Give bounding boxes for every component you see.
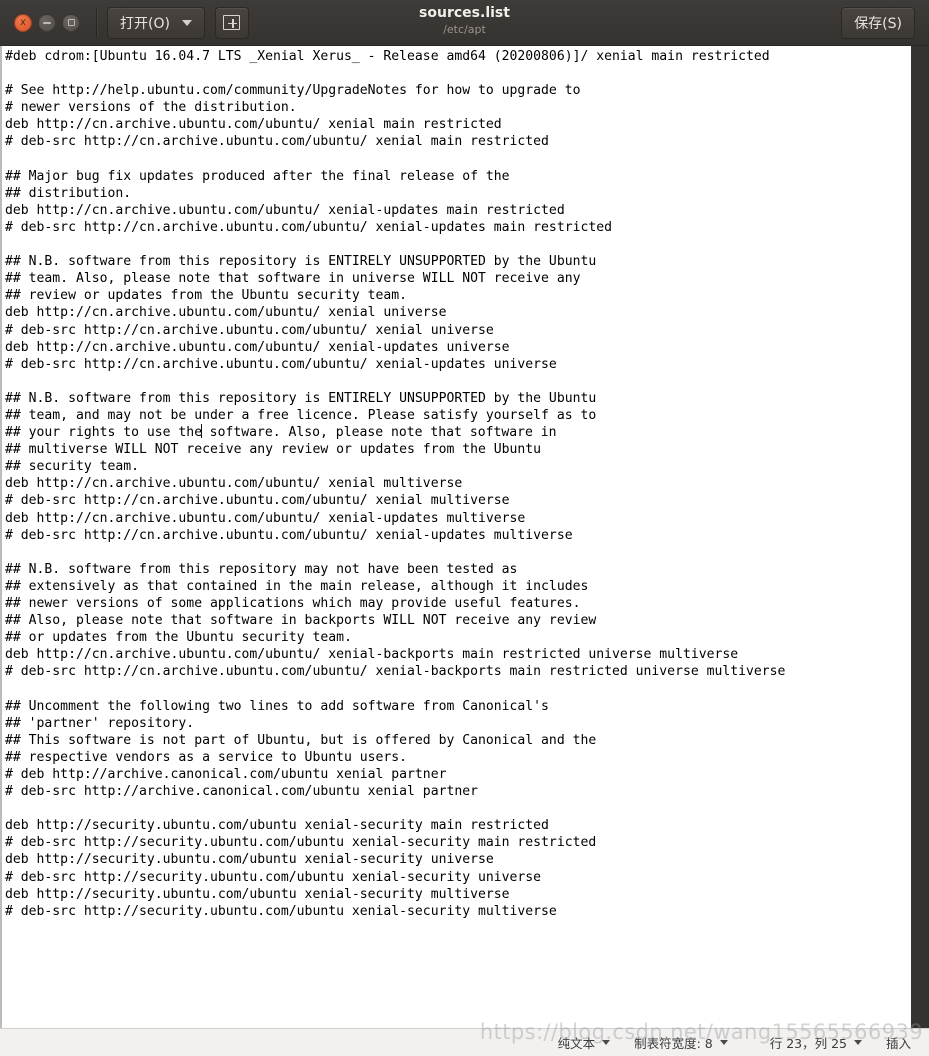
source-line: # deb-src http://cn.archive.ubuntu.com/u… xyxy=(5,493,510,509)
source-line: ## N.B. software from this repository is… xyxy=(5,254,597,270)
statusbar: 纯文本 制表符宽度: 8 行 23，列 25 插入 https://blog.c… xyxy=(0,1020,929,1056)
source-line: deb http://cn.archive.ubuntu.com/ubuntu/… xyxy=(5,339,510,355)
source-line: ## N.B. software from this repository is… xyxy=(5,390,597,406)
file-type-selector[interactable]: 纯文本 xyxy=(546,1031,623,1055)
source-line: ## multiverse WILL NOT receive any revie… xyxy=(5,442,542,458)
source-line: ## N.B. software from this repository ma… xyxy=(5,561,518,577)
text-editor[interactable]: #deb cdrom:[Ubuntu 16.04.7 LTS _Xenial X… xyxy=(0,46,911,1028)
page-subtitle-path: /etc/apt xyxy=(443,23,486,36)
source-line: # deb-src http://cn.archive.ubuntu.com/u… xyxy=(5,664,786,680)
source-line: deb http://cn.archive.ubuntu.com/ubuntu/… xyxy=(5,476,463,492)
source-line: ## Uncomment the following two lines to … xyxy=(5,698,549,714)
source-line: ## This software is not part of Ubuntu, … xyxy=(5,732,597,748)
source-line: # newer versions of the distribution. xyxy=(5,100,297,116)
source-line: ## security team. xyxy=(5,459,140,475)
minimize-icon[interactable] xyxy=(38,13,56,32)
source-line: deb http://cn.archive.ubuntu.com/ubuntu/… xyxy=(5,305,447,321)
titlebar: x 打开(O) sources.list /etc/apt 保存(S) xyxy=(0,0,929,46)
source-line xyxy=(5,373,911,390)
source-line xyxy=(5,236,911,253)
source-line: ## distribution. xyxy=(5,185,132,201)
source-line: deb http://security.ubuntu.com/ubuntu xe… xyxy=(5,852,494,868)
save-button[interactable]: 保存(S) xyxy=(841,6,915,39)
source-line: # See http://help.ubuntu.com/community/U… xyxy=(5,83,581,99)
gedit-window: x 打开(O) sources.list /etc/apt 保存(S) #deb… xyxy=(0,0,929,1056)
source-line: # deb-src http://cn.archive.ubuntu.com/u… xyxy=(5,134,549,150)
text-cursor xyxy=(201,424,203,439)
source-text[interactable]: #deb cdrom:[Ubuntu 16.04.7 LTS _Xenial X… xyxy=(5,48,911,920)
source-line: ## Major bug fix updates produced after … xyxy=(5,168,510,184)
source-line: # deb-src http://archive.canonical.com/u… xyxy=(5,784,478,800)
chevron-down-icon xyxy=(719,1040,728,1045)
source-line: ## team. Also, please note that software… xyxy=(5,271,581,287)
source-line xyxy=(5,680,911,697)
source-line: # deb-src http://security.ubuntu.com/ubu… xyxy=(5,869,542,885)
page-title: sources.list xyxy=(419,5,510,21)
source-line xyxy=(5,151,911,168)
source-line: ## review or updates from the Ubuntu sec… xyxy=(5,288,408,304)
window-right-edge xyxy=(911,46,929,1028)
tab-width-selector[interactable]: 制表符宽度: 8 xyxy=(622,1031,740,1055)
source-line: # deb-src http://cn.archive.ubuntu.com/u… xyxy=(5,527,573,543)
source-line: deb http://cn.archive.ubuntu.com/ubuntu/… xyxy=(5,117,502,133)
source-line: deb http://cn.archive.ubuntu.com/ubuntu/… xyxy=(5,202,565,218)
source-line: ## team, and may not be under a free lic… xyxy=(5,407,597,423)
source-line: ## newer versions of some applications w… xyxy=(5,596,581,611)
close-icon[interactable]: x xyxy=(14,13,32,32)
source-line: ## 'partner' repository. xyxy=(5,715,195,731)
source-line: ## or updates from the Ubuntu security t… xyxy=(5,630,352,646)
source-line: deb http://cn.archive.ubuntu.com/ubuntu/… xyxy=(5,510,526,526)
source-line: deb http://security.ubuntu.com/ubuntu xe… xyxy=(5,886,510,902)
source-line xyxy=(5,65,911,82)
source-line: # deb-src http://cn.archive.ubuntu.com/u… xyxy=(5,322,494,338)
source-line: deb http://security.ubuntu.com/ubuntu xe… xyxy=(5,818,549,834)
new-document-icon xyxy=(223,15,241,30)
tab-width-label: 制表符宽度: 8 xyxy=(634,1036,713,1051)
chevron-down-icon xyxy=(181,19,192,26)
source-line: ## extensively as that contained in the … xyxy=(5,578,589,594)
source-line: # deb-src http://security.ubuntu.com/ubu… xyxy=(5,903,557,919)
source-line: # deb-src http://cn.archive.ubuntu.com/u… xyxy=(5,219,612,235)
open-button[interactable]: 打开(O) xyxy=(107,6,205,39)
open-button-label: 打开(O) xyxy=(120,15,170,32)
toolbar-divider xyxy=(96,7,97,38)
editor-area: #deb cdrom:[Ubuntu 16.04.7 LTS _Xenial X… xyxy=(0,46,929,1028)
source-line: # deb-src http://security.ubuntu.com/ubu… xyxy=(5,835,597,851)
window-controls: x xyxy=(14,13,80,32)
insert-mode-indicator[interactable]: 插入 xyxy=(874,1031,923,1055)
source-line: # deb http://archive.canonical.com/ubunt… xyxy=(5,766,447,782)
source-line: deb http://cn.archive.ubuntu.com/ubuntu/… xyxy=(5,647,739,663)
source-line xyxy=(5,544,911,561)
new-document-button[interactable] xyxy=(214,6,249,39)
maximize-icon[interactable] xyxy=(62,13,80,32)
chevron-down-icon xyxy=(602,1040,611,1045)
cursor-position-label: 行 23，列 25 xyxy=(769,1036,847,1051)
source-line: ## Also, please note that software in ba… xyxy=(5,613,597,629)
source-line xyxy=(5,800,911,817)
save-button-label: 保存(S) xyxy=(854,15,902,32)
cursor-position-selector[interactable]: 行 23，列 25 xyxy=(758,1031,874,1055)
file-type-label: 纯文本 xyxy=(557,1036,596,1051)
titlebar-right-group: 保存(S) xyxy=(841,6,915,39)
source-line: #deb cdrom:[Ubuntu 16.04.7 LTS _Xenial X… xyxy=(5,49,770,64)
source-line: ## respective vendors as a service to Ub… xyxy=(5,749,408,765)
source-line: # deb-src http://cn.archive.ubuntu.com/u… xyxy=(5,356,557,372)
source-line: ## your rights to use the software. Also… xyxy=(5,424,557,441)
chevron-down-icon xyxy=(853,1040,862,1045)
insert-mode-label: 插入 xyxy=(885,1036,911,1051)
